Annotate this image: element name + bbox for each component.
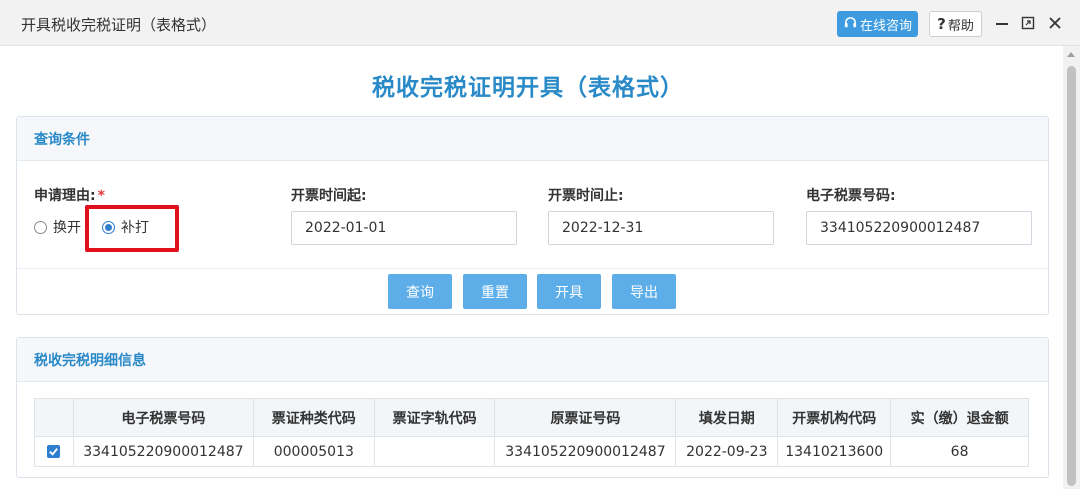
- query-panel-title: 查询条件: [17, 117, 1048, 161]
- table-cell: 68: [890, 436, 1029, 467]
- query-panel: 查询条件 申请理由: * 换开 补打 开票时间起: 2022-01-01 开票时间…: [16, 116, 1049, 315]
- end-date-label: 开票时间止:: [548, 188, 624, 204]
- radio-reissue-circle[interactable]: [34, 220, 47, 234]
- table-cell: 2022-09-23: [675, 436, 779, 467]
- check-icon: [49, 448, 59, 456]
- detail-table: 电子税票号码 票证种类代码 票证字轨代码 原票证号码 填发日期 开票机构代码 实…: [34, 398, 1029, 467]
- reason-label: 申请理由: *: [34, 188, 105, 204]
- end-date-input[interactable]: 2022-12-31: [548, 211, 774, 245]
- window-title: 开具税收完税证明（表格式）: [21, 16, 217, 34]
- page-title: 税收完税证明开具（表格式）: [372, 75, 684, 101]
- help-button[interactable]: ? 帮助: [929, 11, 982, 37]
- column-header[interactable]: 实（缴）退金额: [890, 398, 1029, 437]
- column-header[interactable]: 票证种类代码: [252, 398, 375, 437]
- title-bar: 开具税收完税证明（表格式） 在线咨询 ? 帮助: [0, 0, 1080, 46]
- table-row[interactable]: 334105220900012487 000005013 33410522090…: [34, 436, 1029, 467]
- required-mark: *: [97, 188, 105, 204]
- help-icon: ?: [937, 15, 946, 33]
- table-cell: [373, 436, 496, 467]
- start-date-input[interactable]: 2022-01-01: [291, 211, 517, 245]
- select-column-header: [34, 398, 74, 437]
- table-cell: 334105220900012487: [72, 436, 254, 467]
- column-header[interactable]: 票证字轨代码: [373, 398, 496, 437]
- row-checkbox[interactable]: [47, 445, 61, 458]
- minimize-icon[interactable]: [991, 12, 1013, 34]
- divider: [17, 268, 1048, 269]
- export-button[interactable]: 导出: [612, 274, 676, 309]
- table-cell: 334105220900012487: [494, 436, 677, 467]
- column-header[interactable]: 填发日期: [675, 398, 779, 437]
- start-date-label: 开票时间起:: [291, 188, 367, 204]
- table-cell: 000005013: [252, 436, 375, 467]
- online-consult-button[interactable]: 在线咨询: [837, 11, 918, 37]
- scroll-up-arrow-icon[interactable]: [1067, 52, 1075, 57]
- headset-icon: [843, 15, 858, 34]
- row-select-cell[interactable]: [34, 436, 74, 467]
- detail-panel: 税收完税明细信息 电子税票号码 票证种类代码 票证字轨代码 原票证号码 填发日期…: [16, 337, 1049, 478]
- reset-button[interactable]: 重置: [463, 274, 527, 309]
- column-header[interactable]: 开票机构代码: [777, 398, 892, 437]
- ticket-no-input[interactable]: 334105220900012487: [806, 211, 1032, 245]
- highlight-annotation-box: [85, 205, 179, 252]
- table-cell: 13410213600: [777, 436, 892, 467]
- close-icon[interactable]: [1044, 12, 1066, 34]
- ticket-no-label: 电子税票号码:: [806, 188, 896, 204]
- search-button[interactable]: 查询: [388, 274, 452, 309]
- maximize-icon[interactable]: [1017, 12, 1039, 34]
- online-consult-label: 在线咨询: [859, 18, 912, 34]
- table-header-row: 电子税票号码 票证种类代码 票证字轨代码 原票证号码 填发日期 开票机构代码 实…: [34, 398, 1029, 437]
- issue-button[interactable]: 开具: [537, 274, 601, 309]
- column-header[interactable]: 原票证号码: [494, 398, 677, 437]
- column-header[interactable]: 电子税票号码: [72, 398, 254, 437]
- detail-panel-title: 税收完税明细信息: [17, 338, 1048, 382]
- scrollbar-thumb[interactable]: [1067, 66, 1076, 486]
- help-label: 帮助: [947, 18, 974, 34]
- radio-reissue-label: 换开: [53, 220, 81, 236]
- vertical-scrollbar[interactable]: [1063, 46, 1080, 489]
- radio-reissue[interactable]: 换开: [34, 217, 81, 237]
